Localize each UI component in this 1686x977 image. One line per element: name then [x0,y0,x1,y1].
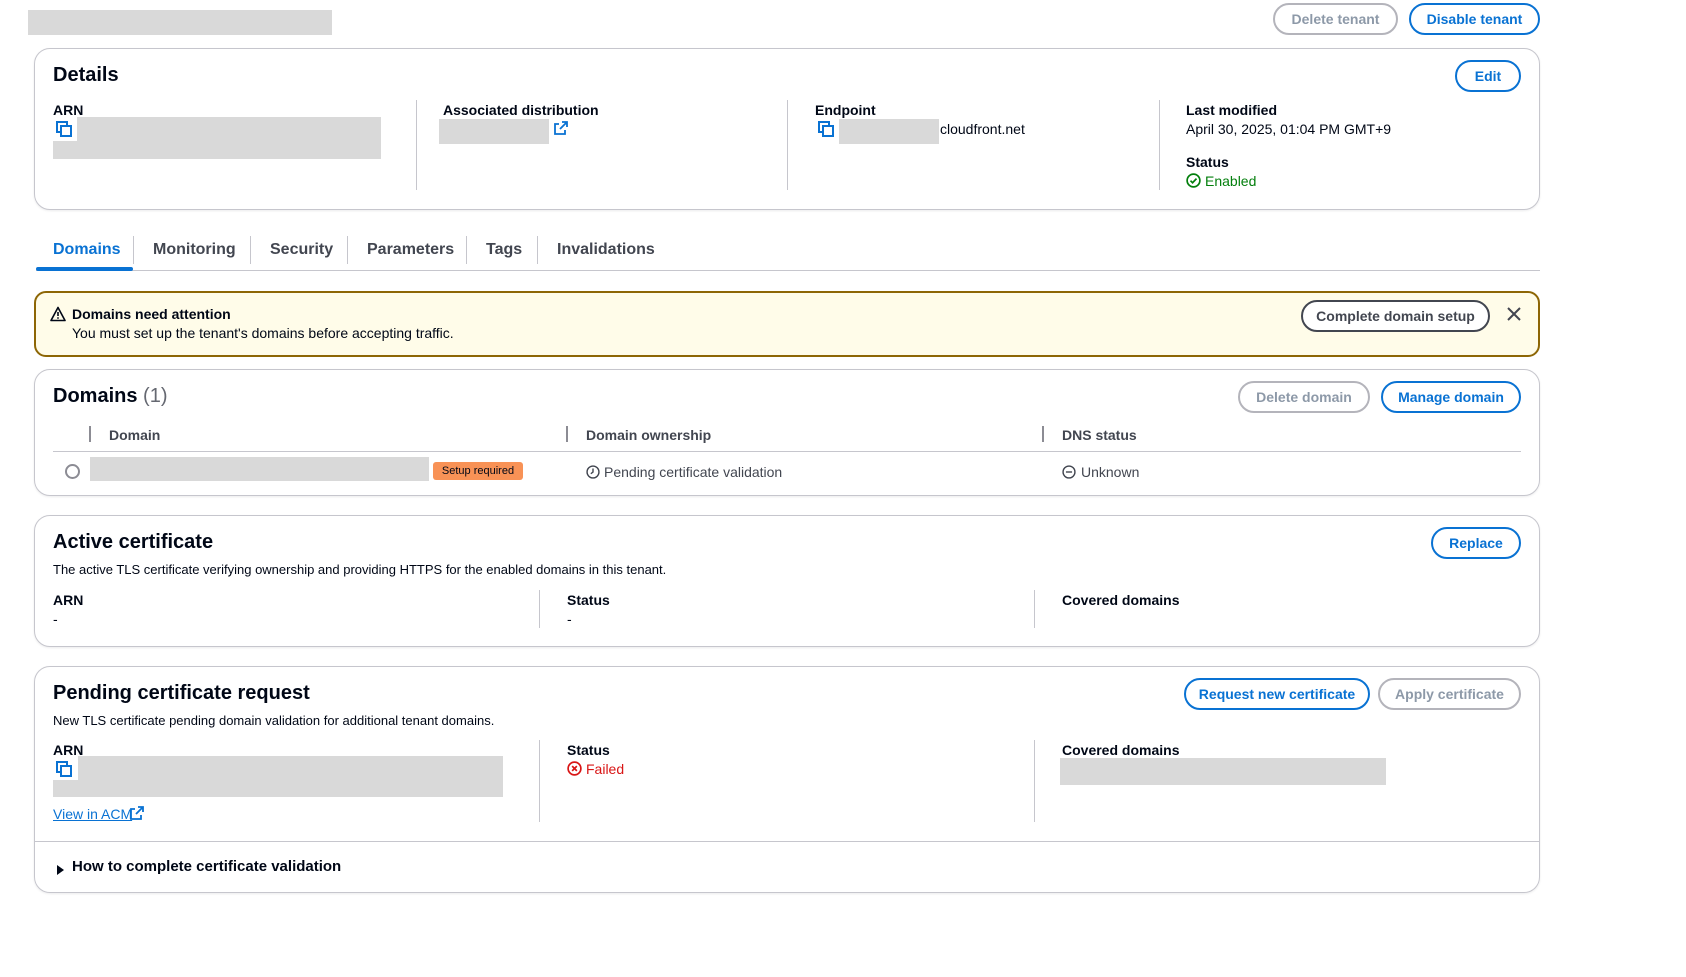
details-title: Details [53,64,119,86]
alert-title: Domains need attention [72,306,231,322]
expand-certificate-validation[interactable]: How to complete certificate validation [72,858,341,875]
warning-icon [50,306,66,322]
associated-distribution-label: Associated distribution [443,102,599,118]
tab-tags[interactable]: Tags [486,241,522,259]
status-label: Status [1186,154,1229,170]
tab-domains[interactable]: Domains [53,241,121,259]
active-status-label: Status [567,592,610,608]
replace-button[interactable]: Replace [1431,527,1521,559]
tab-separator [466,236,467,264]
external-link-icon[interactable] [554,121,568,135]
disable-tenant-button[interactable]: Disable tenant [1409,3,1540,35]
request-new-certificate-button[interactable]: Request new certificate [1184,678,1370,710]
divider [1034,740,1035,822]
pending-certificate-title: Pending certificate request [53,682,310,704]
active-arn-label: ARN [53,592,84,608]
column-header-domain-ownership: Domain ownership [586,427,712,443]
edit-button[interactable]: Edit [1455,60,1521,92]
domains-count: (1) [143,385,168,407]
view-in-acm-label: View in ACM [53,806,133,822]
divider [416,100,417,190]
tab-separator [347,236,348,264]
copy-icon[interactable] [56,761,72,777]
apply-certificate-button[interactable]: Apply certificate [1378,678,1521,710]
copy-icon[interactable] [818,121,834,137]
column-divider [89,426,91,442]
domains-title-text: Domains [53,385,138,407]
divider [1034,590,1035,628]
active-arn-value: - [53,611,58,627]
divider [539,740,540,822]
divider [539,590,540,628]
pending-status-label: Status [567,742,610,758]
redacted-pending-arn-line2 [53,780,503,797]
pending-status-value: Failed [586,761,625,777]
redacted-arn-line2 [53,141,381,159]
active-tab-indicator [36,267,133,271]
tabs-baseline [36,270,1540,271]
redacted-distribution [439,119,549,144]
redacted-endpoint [839,119,939,144]
redacted-arn [77,117,381,141]
divider [1159,100,1160,190]
active-certificate-title: Active certificate [53,531,214,553]
active-certificate-panel [34,515,1540,647]
redacted-domain-name [90,457,429,481]
tab-parameters[interactable]: Parameters [367,241,454,259]
column-divider [1042,426,1044,442]
redacted-tenant-name [28,10,332,35]
column-header-dns-status: DNS status [1062,427,1137,443]
domain-ownership-value: Pending certificate validation [604,464,783,480]
tab-separator [250,236,251,264]
pending-certificate-description: New TLS certificate pending domain valid… [53,713,495,728]
external-link-icon[interactable] [130,806,144,820]
alert-message: You must set up the tenant's domains bef… [72,325,454,341]
row-radio-button[interactable] [65,464,80,479]
delete-domain-button[interactable]: Delete domain [1238,381,1370,413]
pending-covered-domains-label: Covered domains [1062,742,1180,758]
last-modified-label: Last modified [1186,102,1278,118]
arn-label: ARN [53,102,84,118]
column-divider [566,426,568,442]
dns-status-value: Unknown [1081,464,1140,480]
close-icon[interactable] [1506,306,1522,322]
expand-divider [35,841,1539,842]
active-certificate-description: The active TLS certificate verifying own… [53,562,667,577]
complete-domain-setup-button[interactable]: Complete domain setup [1301,300,1490,332]
check-circle-icon [1186,173,1201,188]
domains-title: Domains (1) [53,385,167,408]
tab-security[interactable]: Security [270,241,333,259]
tab-monitoring[interactable]: Monitoring [153,241,236,259]
active-covered-domains-label: Covered domains [1062,592,1180,608]
caret-right-icon[interactable] [55,862,65,875]
last-modified-value: April 30, 2025, 01:04 PM GMT+9 [1186,121,1392,137]
copy-icon[interactable] [56,121,72,137]
delete-tenant-button[interactable]: Delete tenant [1273,3,1398,35]
divider [787,100,788,190]
column-header-domain: Domain [109,427,161,443]
active-status-value: - [567,611,572,627]
error-circle-icon [567,761,582,776]
endpoint-label: Endpoint [815,102,876,118]
tab-invalidations[interactable]: Invalidations [557,241,655,259]
setup-required-badge: Setup required [433,462,523,480]
redacted-pending-arn [78,756,503,780]
endpoint-value: cloudfront.net [940,121,1025,137]
manage-domain-button[interactable]: Manage domain [1381,381,1521,413]
status-badge: Enabled [1205,173,1257,189]
tab-separator [133,236,134,264]
view-in-acm-link[interactable]: View in ACM [53,806,132,822]
clock-icon [586,465,600,479]
tab-separator [537,236,538,264]
redacted-covered-domains [1060,758,1386,785]
unknown-status-icon [1062,465,1076,479]
